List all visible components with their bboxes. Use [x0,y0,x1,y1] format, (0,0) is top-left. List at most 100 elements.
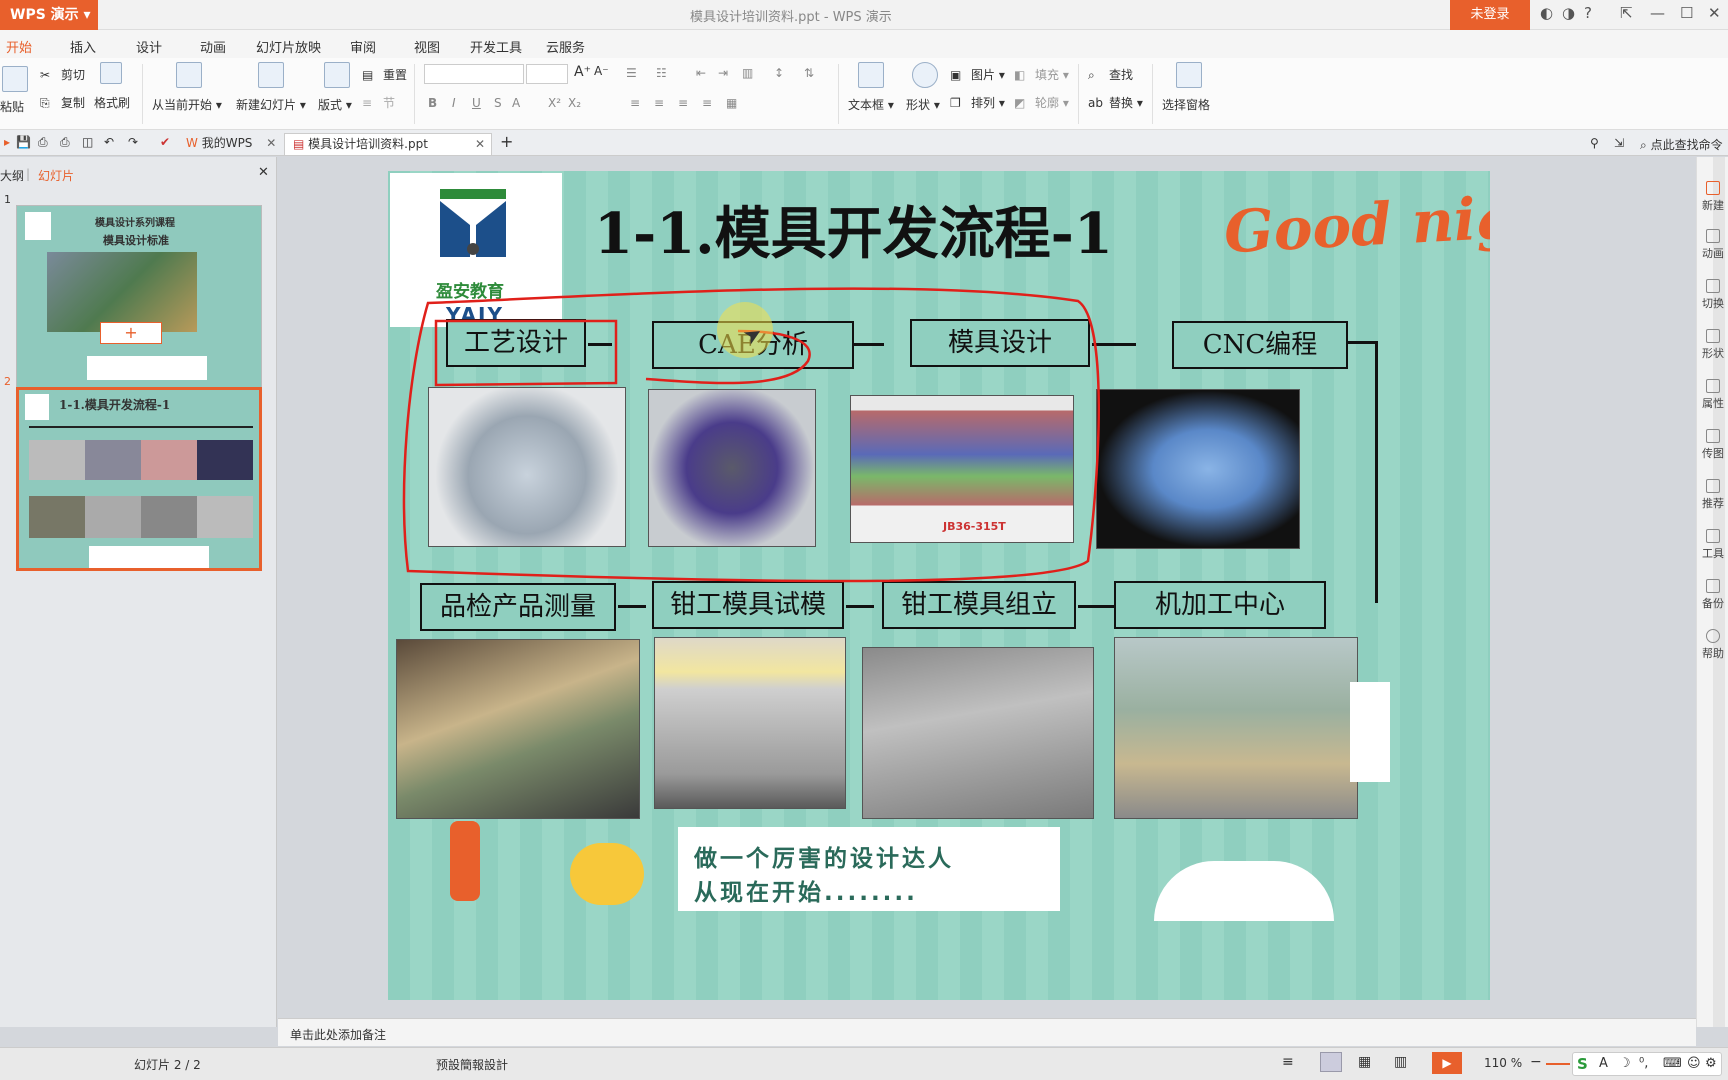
bold-icon[interactable]: B [428,96,437,110]
pane-new[interactable]: 新建 [1697,181,1728,213]
tab-developer[interactable]: 开发工具 [470,37,522,56]
help-button[interactable]: ? [1584,4,1592,22]
indent-decrease-icon[interactable]: ⇤ [696,66,706,80]
slide-thumbnail-2-selected[interactable]: 1-1.模具开发流程-1 [16,387,262,571]
skin-icon[interactable]: ◐ [1540,4,1553,22]
normal-view-icon[interactable] [1320,1052,1342,1072]
format-painter-button[interactable]: 格式刷 [94,94,130,111]
selection-pane-icon[interactable] [1176,62,1202,88]
tab-outline[interactable]: 大纲 [0,167,24,184]
slide-sorter-icon[interactable]: ▦ [1358,1054,1371,1070]
section-button[interactable]: ≡ 节 [362,94,395,112]
login-button[interactable]: 未登录 [1450,0,1530,30]
font-color-icon[interactable]: A [512,96,520,110]
grow-font-icon[interactable]: A⁺ [574,64,591,80]
pane-recommend[interactable]: 推荐 [1697,479,1728,511]
tab-view[interactable]: 视图 [414,37,440,56]
paste-button[interactable]: 粘贴 [0,98,24,115]
customize-quickbar-icon[interactable]: ✔ [160,135,170,149]
reading-view-icon[interactable]: ▥ [1394,1054,1407,1070]
shrink-font-icon[interactable]: A⁻ [594,64,609,78]
tab-design[interactable]: 设计 [136,37,162,56]
feedback-icon[interactable]: ◑ [1562,4,1575,22]
align-center-icon[interactable]: ≡ [654,96,664,110]
maximize-button[interactable]: ☐ [1680,4,1693,22]
redo-icon[interactable]: ↷ [128,135,138,149]
tab-animation[interactable]: 动画 [200,37,226,56]
print-icon[interactable]: ⎙ [60,135,70,150]
pane-animation[interactable]: 动画 [1697,229,1728,261]
picture-button[interactable]: ▣ 图片 ▾ [950,66,1005,84]
print-preview-icon[interactable]: ◫ [82,135,93,149]
close-panel-icon[interactable]: ✕ [258,165,269,180]
pane-properties[interactable]: 属性 [1697,379,1728,411]
arrange-button[interactable]: ❐ 排列 ▾ [950,94,1005,112]
tab-slideshow[interactable]: 幻灯片放映 [256,37,321,56]
align-right-icon[interactable]: ≡ [678,96,688,110]
pane-backup[interactable]: 备份 [1697,579,1728,611]
reset-button[interactable]: ▤ 重置 [362,66,407,84]
shape-button[interactable]: 形状 ▾ [906,96,940,113]
ime-toolbar[interactable]: S A ☽ ⁰, ⌨ ☺ ⚙ [1572,1052,1722,1076]
export-pdf-icon[interactable]: ⎙ [38,135,48,150]
outline-button[interactable]: ◩ 轮廓 ▾ [1014,94,1069,112]
line-spacing-icon[interactable]: ↕ [774,66,784,80]
ime-moon-icon[interactable]: ☽ [1619,1056,1631,1071]
pane-transition[interactable]: 切换 [1697,279,1728,311]
pane-upload-image[interactable]: 传图 [1697,429,1728,461]
notes-toggle-icon[interactable]: ≡ [1282,1054,1294,1070]
slide-2[interactable]: 盈安教育 YAJY 1-1.模具开发流程-1 Good night 工艺设计 C… [388,171,1490,1000]
underline-icon[interactable]: U [472,96,481,110]
new-tab-icon[interactable]: + [500,132,513,151]
textbox-icon[interactable] [858,62,884,88]
fill-button[interactable]: ◧ 填充 ▾ [1014,66,1069,84]
notes-placeholder[interactable]: 单击此处添加备注 [290,1026,386,1043]
text-direction-icon[interactable]: ⇅ [804,66,814,80]
font-family-select[interactable] [424,64,524,84]
app-menu-button[interactable]: WPS 演示 ▾ [0,0,98,30]
notes-area[interactable]: 单击此处添加备注 [278,1018,1696,1046]
play-from-current-icon[interactable] [176,62,202,88]
shadow-icon[interactable]: S [494,96,502,110]
tab-current-file[interactable]: ▤ 模具设计培训资料.ppt ✕ [284,133,492,155]
add-slide-button[interactable]: + [100,322,162,344]
save-icon[interactable]: 💾 [16,135,31,149]
command-search[interactable]: ⌕ 点此查找命令 [1640,136,1723,153]
ime-settings-icon[interactable]: ⚙ [1705,1056,1717,1071]
find-button[interactable]: ⌕ 查找 [1088,66,1133,84]
selection-pane-button[interactable]: 选择窗格 [1162,96,1210,113]
subscript-icon[interactable]: X₂ [568,96,581,110]
undo-icon[interactable]: ↶ [104,135,114,149]
tab-slides[interactable]: 幻灯片 [38,167,74,184]
shape-icon[interactable] [912,62,938,88]
tab-insert[interactable]: 插入 [70,37,96,56]
align-left-icon[interactable]: ≡ [630,96,640,110]
italic-icon[interactable]: I [452,96,456,110]
distribute-icon[interactable]: ▦ [726,96,737,110]
numbering-icon[interactable]: ☷ [656,66,667,80]
bullets-icon[interactable]: ☰ [626,66,637,80]
ime-english-icon[interactable]: A [1599,1056,1608,1071]
pane-tools[interactable]: 工具 [1697,529,1728,561]
textbox-button[interactable]: 文本框 ▾ [848,96,894,113]
play-slideshow-button[interactable]: ▶ [1432,1052,1462,1074]
pane-shape[interactable]: 形状 [1697,329,1728,361]
close-tab-icon[interactable]: ✕ [266,136,276,150]
close-button[interactable]: ✕ [1708,4,1721,22]
theme-name[interactable]: 预設簡報設計 [436,1056,508,1073]
new-slide-icon[interactable] [258,62,284,88]
new-slide-button[interactable]: 新建幻灯片 ▾ [236,96,306,113]
minimize-button[interactable]: — [1650,4,1665,22]
format-painter-icon[interactable] [100,62,122,84]
zoom-level[interactable]: 110 % [1484,1056,1522,1070]
layout-icon[interactable] [324,62,350,88]
columns-icon[interactable]: ▥ [742,66,753,80]
tab-review[interactable]: 审阅 [350,37,376,56]
sogou-ime-icon[interactable]: S [1577,1055,1588,1073]
cut-button[interactable]: ✂ 剪切 [40,66,85,84]
indent-increase-icon[interactable]: ⇥ [718,66,728,80]
play-from-current-button[interactable]: 从当前开始 ▾ [152,96,222,113]
replace-button[interactable]: ab 替换 ▾ [1088,94,1143,112]
zoom-slider[interactable] [1546,1063,1570,1065]
justify-icon[interactable]: ≡ [702,96,712,110]
